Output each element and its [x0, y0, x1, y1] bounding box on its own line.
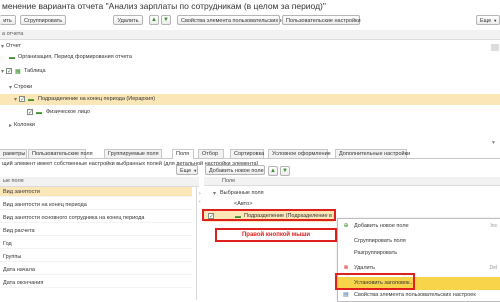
move-up-icon[interactable]: ▲: [268, 166, 278, 176]
element-properties-button[interactable]: Свойства элемента пользовательских настр…: [177, 15, 303, 25]
tree-row-department[interactable]: ▾ ✓ ▬ Подразделение на конец периода (Ие…: [0, 94, 500, 105]
menu-highlight-frame: [335, 273, 415, 290]
tree-row-rows[interactable]: ▾ Строки: [0, 82, 500, 93]
add-button[interactable]: ить: [0, 15, 16, 25]
collapse-icon[interactable]: ▾: [1, 69, 4, 75]
scrollbar-thumb[interactable]: [491, 44, 499, 51]
tab-conditional-format[interactable]: Условное оформление: [268, 149, 331, 158]
collapse-icon[interactable]: ▾: [14, 97, 17, 103]
group-icon: ▬: [28, 97, 34, 103]
available-more-label: Еще: [180, 168, 192, 174]
selected-field-root[interactable]: ▾ Выбранные поля: [204, 188, 500, 199]
structure-header: а отчета: [0, 30, 500, 40]
properties-icon: ▤: [343, 292, 349, 298]
tree-row-label: Колонки: [14, 122, 35, 128]
department-checkbox[interactable]: ✓: [19, 96, 25, 103]
available-field-item[interactable]: Вид занятости на конец периода: [0, 200, 192, 210]
annotation-label: Правой кнопкой мыши: [215, 228, 337, 242]
menu-item-label: Разгруппировать: [354, 250, 398, 256]
tree-row-label: Строки: [14, 84, 33, 90]
group-icon: ▬: [36, 110, 42, 116]
add-icon: ⊕: [343, 223, 349, 229]
menu-item-label: Свойства элемента пользовательских настр…: [354, 292, 476, 298]
move-up-icon[interactable]: ▲: [149, 15, 159, 25]
tab-fields[interactable]: Поля: [172, 149, 194, 159]
tree-row-label: Физическое лицо: [46, 109, 91, 115]
field-highlight-frame: [202, 209, 336, 221]
menu-item-shortcut: Del: [489, 265, 497, 271]
tree-row-label: Таблица: [24, 68, 46, 74]
settings-tabs: раметры Пользовательские поля Группируем…: [0, 149, 500, 159]
tab-parameters[interactable]: раметры: [0, 149, 27, 158]
expand-icon[interactable]: ▸: [9, 123, 12, 129]
chevron-down-icon: ▼: [493, 18, 498, 23]
tree-row-label: Организация, Период формирования отчета: [18, 54, 132, 60]
add-new-field-label: Добавить новое поле: [209, 168, 264, 174]
available-field-item[interactable]: Год: [0, 239, 192, 249]
more-label: Еще: [480, 18, 492, 24]
tab-user-fields[interactable]: Пользовательские поля: [28, 149, 93, 158]
tab-additional-settings[interactable]: Дополнительные настройки: [335, 149, 410, 158]
available-field-item[interactable]: Группы: [0, 252, 192, 262]
table-checkbox[interactable]: ✓: [6, 68, 12, 75]
scroll-down-icon[interactable]: ▼: [491, 140, 499, 146]
collapse-icon[interactable]: ▾: [213, 191, 216, 197]
user-settings-button[interactable]: Пользовательские настройки: [282, 15, 361, 25]
collapse-icon[interactable]: ▾: [1, 44, 4, 50]
tab-sort[interactable]: Сортировка: [230, 149, 264, 158]
structure-toolbar: ить Сгруппировать Удалить ▲ ▼ Свойства э…: [0, 14, 500, 26]
available-fields-list: Вид занятости Вид занятости на конец пер…: [0, 187, 197, 300]
move-down-icon[interactable]: ▼: [280, 166, 290, 176]
tree-row-report[interactable]: ▾ Отчет: [0, 41, 500, 52]
available-fields-header: ые поля: [0, 177, 199, 187]
available-field-item[interactable]: Дата начала: [0, 265, 192, 275]
tab-filter[interactable]: Отбор: [198, 149, 224, 158]
tab-groupable-fields[interactable]: Группируемые поля: [104, 149, 162, 158]
tree-row-label: Подразделение на конец периода (Иерархия…: [38, 96, 156, 102]
menu-item-ungroup[interactable]: Разгруппировать: [338, 248, 500, 259]
group-icon: ▬: [9, 55, 15, 61]
available-field-item[interactable]: Вид занятости: [0, 187, 192, 197]
tree-row-org-period[interactable]: ▬ Организация, Период формирования отчет…: [0, 52, 500, 63]
group-button[interactable]: Сгруппировать: [20, 15, 66, 25]
available-field-item[interactable]: Вид занятости основного сотрудника на ко…: [0, 213, 192, 223]
tree-row-individual[interactable]: ✓ ▬ Физическое лицо: [0, 107, 500, 118]
menu-item-group-fields[interactable]: Сгруппировать поля: [338, 236, 500, 247]
more-button[interactable]: Еще ▼: [476, 15, 500, 25]
available-more-button[interactable]: Еще ▼: [176, 165, 198, 175]
window-title: менение варианта отчета "Анализ зарплаты…: [2, 1, 326, 11]
table-icon: ▦: [15, 69, 21, 75]
selected-field-label: Выбранные поля: [220, 190, 264, 196]
menu-item-shortcut: Ins: [490, 223, 497, 229]
selected-fields-header: Поле: [204, 177, 500, 186]
move-down-icon[interactable]: ▼: [161, 15, 171, 25]
available-field-item[interactable]: Вид расчета: [0, 226, 192, 236]
menu-item-element-properties[interactable]: ▤ Свойства элемента пользовательских нас…: [338, 290, 500, 301]
individual-checkbox[interactable]: ✓: [27, 109, 33, 116]
delete-button[interactable]: Удалить: [113, 15, 143, 25]
group-button-label: Сгруппировать: [24, 18, 63, 24]
menu-item-add-new-field[interactable]: ⊕ Добавить новое поле Ins: [338, 221, 500, 232]
add-new-field-button[interactable]: Добавить новое поле: [205, 165, 265, 175]
menu-item-label: Добавить новое поле: [354, 223, 409, 229]
tree-row-label: Отчет: [6, 43, 22, 49]
collapse-icon[interactable]: ▾: [9, 85, 12, 91]
available-field-item[interactable]: Дата окончания: [0, 278, 192, 288]
menu-item-label: Сгруппировать поля: [354, 238, 406, 244]
tree-row-table[interactable]: ▾ ✓ ▦ Таблица: [0, 66, 500, 77]
chevron-down-icon: ▼: [193, 168, 198, 173]
tree-row-columns[interactable]: ▸ Колонки: [0, 120, 500, 131]
